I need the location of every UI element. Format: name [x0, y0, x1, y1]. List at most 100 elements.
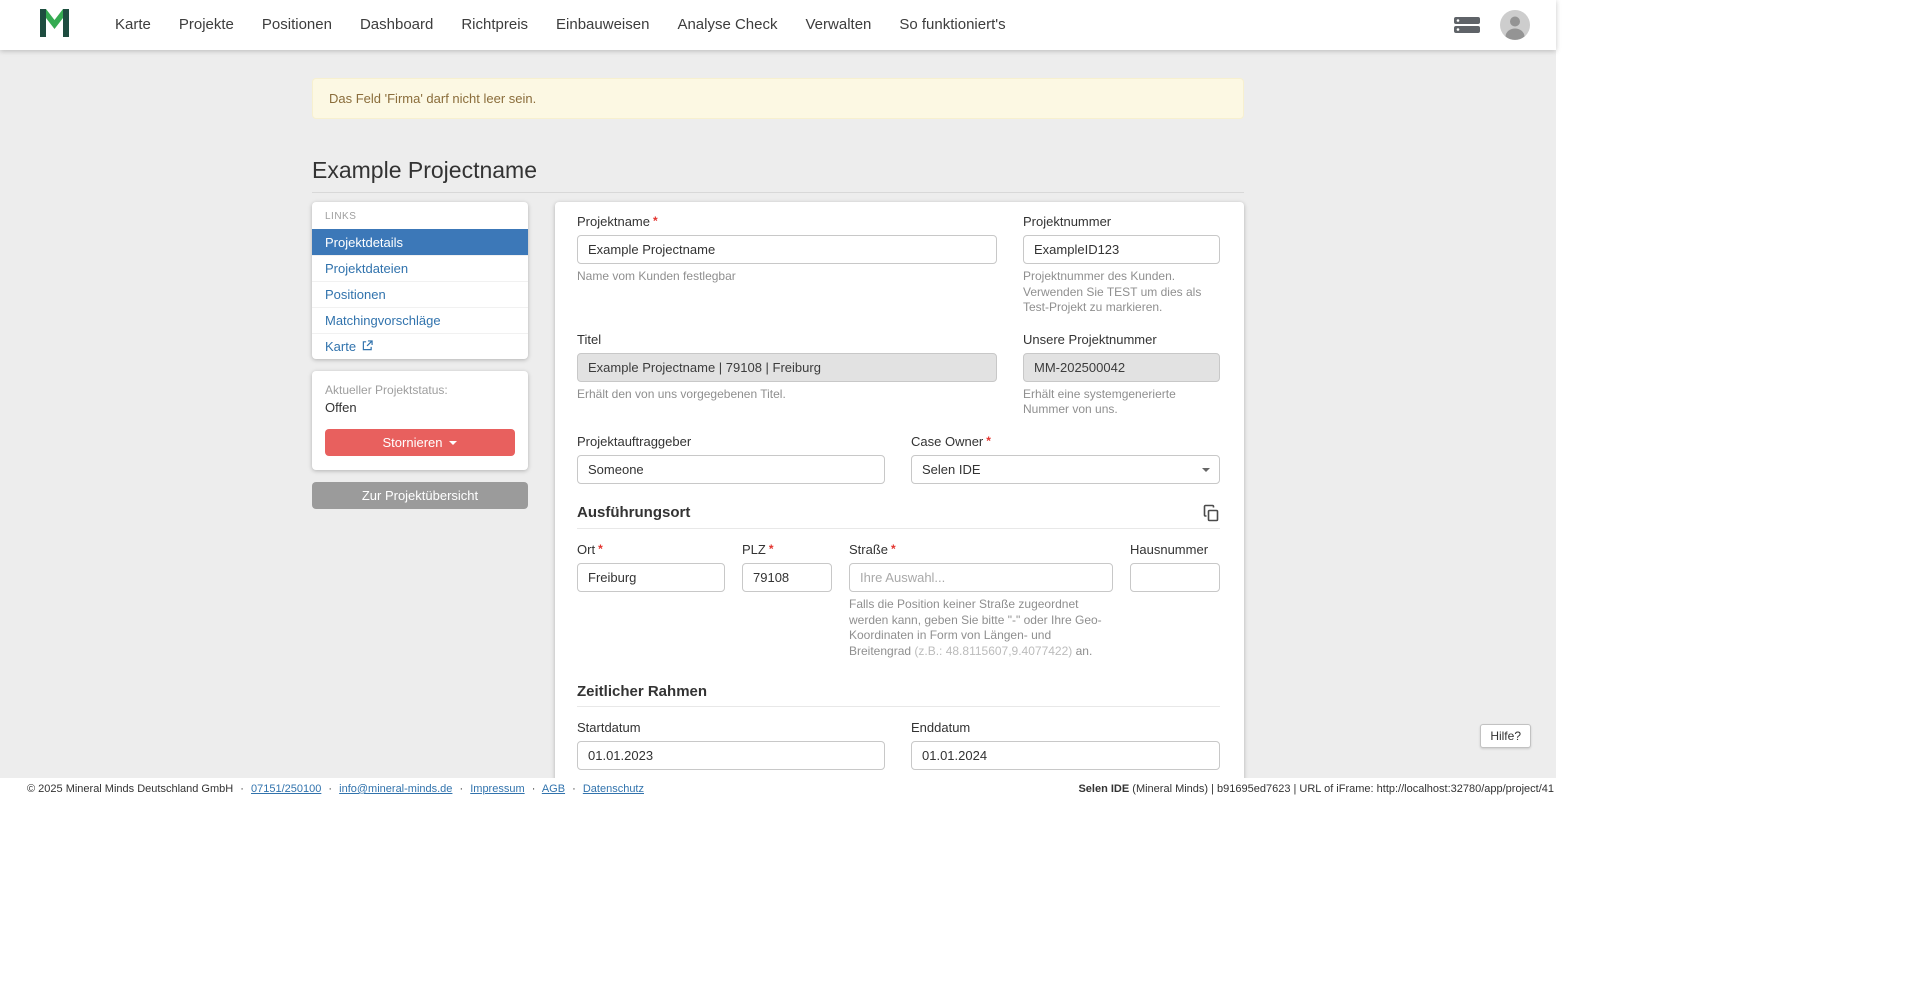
plz-label: PLZ* — [742, 542, 832, 557]
user-avatar[interactable] — [1500, 10, 1530, 40]
titel-help: Erhält den von uns vorgegebenen Titel. — [577, 387, 997, 403]
unsere-projektnummer-input — [1023, 353, 1220, 382]
case-owner-label: Case Owner* — [911, 434, 1220, 449]
projektnummer-label: Projektnummer — [1023, 214, 1220, 229]
field-unsere-projektnummer: Unsere Projektnummer Erhält eine systemg… — [1023, 332, 1220, 418]
ort-label: Ort* — [577, 542, 725, 557]
title-divider — [312, 192, 1244, 193]
server-icon[interactable] — [1454, 15, 1480, 35]
projektauftraggeber-input[interactable] — [577, 455, 885, 484]
titel-input — [577, 353, 997, 382]
section-ausfuehrungsort: Ausführungsort — [577, 504, 690, 521]
project-details-form: Projektname* Name vom Kunden festlegbar … — [555, 202, 1244, 778]
field-case-owner: Case Owner* Selen IDE — [911, 434, 1220, 484]
external-link-icon — [362, 339, 373, 354]
field-titel: Titel Erhält den von uns vorgegebenen Ti… — [577, 332, 997, 403]
stornieren-button[interactable]: Stornieren — [325, 429, 515, 456]
nav-item-richtpreis[interactable]: Richtpreis — [447, 0, 542, 50]
links-header: LINKS — [312, 209, 528, 229]
links-card: LINKS Projektdetails Projektdateien Posi… — [312, 202, 528, 359]
hausnummer-input[interactable] — [1130, 563, 1220, 592]
project-overview-button[interactable]: Zur Projektübersicht — [312, 482, 528, 509]
sidebar-item-karte[interactable]: Karte — [312, 333, 528, 359]
strasse-input[interactable] — [849, 563, 1113, 592]
field-strasse: Straße* Falls die Position keiner Straße… — [849, 542, 1113, 659]
footer-legal: © 2025 Mineral Minds Deutschland GmbH · … — [27, 783, 644, 795]
projektname-help: Name vom Kunden festlegbar — [577, 269, 997, 285]
separator: · — [328, 783, 332, 795]
case-owner-select[interactable]: Selen IDE — [911, 455, 1220, 484]
sidebar-item-projektdateien[interactable]: Projektdateien — [312, 255, 528, 281]
footer: © 2025 Mineral Minds Deutschland GmbH · … — [0, 778, 1556, 800]
project-status-value: Offen — [325, 400, 515, 415]
copy-icon[interactable] — [1202, 504, 1220, 522]
nav-item-verwalten[interactable]: Verwalten — [792, 0, 886, 50]
projektname-input[interactable] — [577, 235, 997, 264]
nav-item-projekte[interactable]: Projekte — [165, 0, 248, 50]
titel-label: Titel — [577, 332, 997, 347]
session-details: (Mineral Minds) | b91695ed7623 | URL of … — [1132, 783, 1554, 795]
project-sidebar: LINKS Projektdetails Projektdateien Posi… — [312, 202, 528, 509]
field-enddatum: Enddatum — [911, 720, 1220, 770]
separator: · — [459, 783, 463, 795]
section-divider — [577, 706, 1220, 707]
footer-link-email[interactable]: info@mineral-minds.de — [339, 783, 452, 795]
unsere-projektnummer-help: Erhält eine systemgenerierte Nummer von … — [1023, 387, 1220, 418]
sidebar-item-positionen[interactable]: Positionen — [312, 281, 528, 307]
unsere-projektnummer-label: Unsere Projektnummer — [1023, 332, 1220, 347]
copyright-text: © 2025 Mineral Minds Deutschland GmbH — [27, 783, 233, 795]
nav-item-karte[interactable]: Karte — [101, 0, 165, 50]
nav-right-tools — [1454, 10, 1530, 40]
status-card: Aktueller Projektstatus: Offen Storniere… — [312, 371, 528, 470]
startdatum-input[interactable] — [577, 741, 885, 770]
mineral-minds-logo-icon — [38, 7, 71, 44]
separator: · — [572, 783, 576, 795]
projektnummer-input[interactable] — [1023, 235, 1220, 264]
footer-link-agb[interactable]: AGB — [542, 783, 565, 795]
nav-item-analyse-check[interactable]: Analyse Check — [663, 0, 791, 50]
chevron-down-icon — [1202, 468, 1210, 472]
footer-link-datenschutz[interactable]: Datenschutz — [583, 783, 644, 795]
required-asterisk: * — [986, 434, 991, 448]
field-plz: PLZ* — [742, 542, 832, 592]
field-ort: Ort* — [577, 542, 725, 592]
top-nav: Karte Projekte Positionen Dashboard Rich… — [0, 0, 1556, 50]
nav-item-positionen[interactable]: Positionen — [248, 0, 346, 50]
footer-link-phone[interactable]: 07151/250100 — [251, 783, 321, 795]
session-user: Selen IDE — [1078, 783, 1129, 795]
brand-logo[interactable] — [38, 7, 71, 44]
projektname-label: Projektname* — [577, 214, 997, 229]
hausnummer-label: Hausnummer — [1130, 542, 1220, 557]
sidebar-item-matchingvorschlaege[interactable]: Matchingvorschläge — [312, 307, 528, 333]
help-button[interactable]: Hilfe? — [1480, 724, 1531, 748]
field-hausnummer: Hausnummer — [1130, 542, 1220, 592]
strasse-help: Falls die Position keiner Straße zugeord… — [849, 597, 1113, 659]
required-asterisk: * — [598, 542, 603, 556]
nav-item-einbauweisen[interactable]: Einbauweisen — [542, 0, 663, 50]
app-frame: Karte Projekte Positionen Dashboard Rich… — [0, 0, 1556, 800]
field-projektnummer: Projektnummer Projektnummer des Kunden. … — [1023, 214, 1220, 316]
enddatum-label: Enddatum — [911, 720, 1220, 735]
nav-item-dashboard[interactable]: Dashboard — [346, 0, 447, 50]
nav-item-so-funktionierts[interactable]: So funktioniert's — [885, 0, 1019, 50]
required-asterisk: * — [653, 214, 658, 228]
startdatum-label: Startdatum — [577, 720, 885, 735]
page-title: Example Projectname — [312, 157, 1244, 184]
projektauftraggeber-label: Projektauftraggeber — [577, 434, 885, 449]
plz-input[interactable] — [742, 563, 832, 592]
required-asterisk: * — [891, 542, 896, 556]
separator: · — [240, 783, 244, 795]
field-projektauftraggeber: Projektauftraggeber — [577, 434, 885, 484]
section-zeitlicher-rahmen: Zeitlicher Rahmen — [577, 683, 707, 700]
separator: · — [532, 783, 536, 795]
required-asterisk: * — [769, 542, 774, 556]
project-status-label: Aktueller Projektstatus: — [325, 383, 515, 397]
ort-input[interactable] — [577, 563, 725, 592]
enddatum-input[interactable] — [911, 741, 1220, 770]
nav-links: Karte Projekte Positionen Dashboard Rich… — [101, 0, 1020, 50]
field-startdatum: Startdatum — [577, 720, 885, 770]
section-divider — [577, 528, 1220, 529]
projektnummer-help: Projektnummer des Kunden. Verwenden Sie … — [1023, 269, 1220, 316]
footer-link-impressum[interactable]: Impressum — [470, 783, 524, 795]
sidebar-item-projektdetails[interactable]: Projektdetails — [312, 229, 528, 255]
